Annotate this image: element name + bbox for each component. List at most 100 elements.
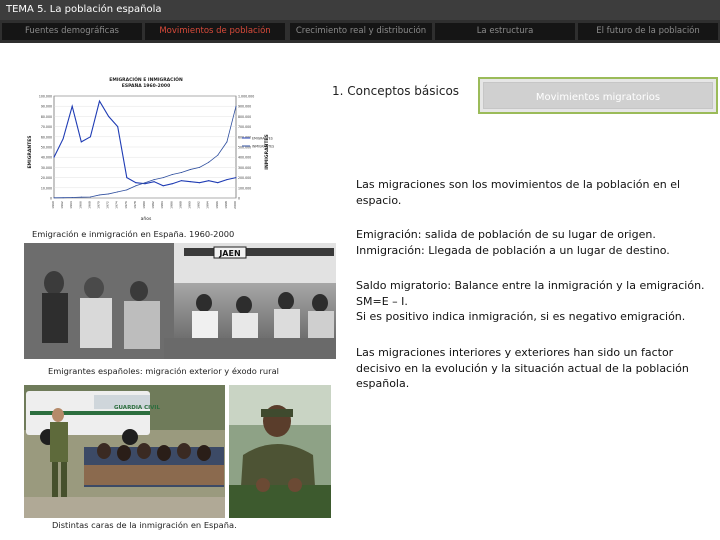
emigration-text: Emigración: salida de población de su lu… — [356, 228, 656, 241]
conclusion-text: Las migraciones interiores y exteriores … — [356, 346, 689, 390]
data-point-emigrantes — [226, 179, 228, 181]
left-tick-label: 90.000 — [41, 105, 52, 109]
migration-chart: EMIGRACIÓN E INMIGRACIÓN ESPAÑA 1960-200… — [24, 72, 276, 222]
data-point-emigrantes — [180, 180, 182, 182]
emigrants-photo-svg: JAEN — [24, 243, 336, 359]
guardia-civil-photo-svg: GUARDIA CIVIL — [24, 385, 225, 518]
tab-futuro-poblacion[interactable]: El futuro de la población — [578, 23, 718, 40]
right-tick-label: 400.000 — [238, 156, 251, 160]
station-sign-text: JAEN — [218, 249, 240, 258]
balance-text: Saldo migratorio: Balance entre la inmig… — [356, 279, 705, 292]
balance-formula: SM=E – I. — [356, 294, 408, 308]
right-tick-label: 600.000 — [238, 135, 251, 139]
left-tick-label: 50.000 — [41, 146, 52, 150]
data-point-emigrantes — [89, 136, 91, 138]
emigrants-photo: JAEN — [24, 243, 336, 359]
chart-caption: Emigración e inmigración en España. 1960… — [32, 229, 235, 239]
left-tick-label: 30.000 — [41, 166, 52, 170]
guardia-civil-photo: GUARDIA CIVIL — [24, 385, 225, 518]
page-title: TEMA 5. La población española — [6, 4, 162, 15]
x-tick-label: 1962 — [60, 201, 64, 209]
movimientos-migratorios-button[interactable]: Movimientos migratorios — [478, 77, 718, 114]
guardia-civil-text: GUARDIA CIVIL — [114, 405, 160, 411]
x-tick-label: 1998 — [224, 201, 228, 209]
data-point-emigrantes — [217, 182, 219, 184]
paragraph-conclusion: Las migraciones interiores y exteriores … — [356, 345, 706, 392]
data-point-emigrantes — [171, 183, 173, 185]
data-point-inmigrantes — [117, 191, 119, 193]
left-axis-label: EMIGRANTES — [27, 135, 33, 168]
legend-label-emigrantes: EMIGRANTES — [252, 137, 273, 141]
left-tick-label: 100.000 — [39, 95, 52, 99]
right-tick-label: 800.000 — [238, 115, 251, 119]
data-point-inmigrantes — [144, 182, 146, 184]
x-tick-label: 1976 — [124, 201, 128, 209]
worker-photo-svg — [229, 385, 331, 518]
data-point-inmigrantes — [171, 174, 173, 176]
data-point-emigrantes — [80, 141, 82, 143]
data-point-inmigrantes — [108, 193, 110, 195]
data-point-inmigrantes — [71, 196, 73, 198]
left-tick-label: 70.000 — [41, 125, 52, 129]
x-tick-label: 1988 — [178, 201, 182, 209]
paragraph-balance: Saldo migratorio: Balance entre la inmig… — [356, 278, 716, 325]
x-tick-label: 1986 — [169, 201, 173, 209]
migration-chart-svg: EMIGRACIÓN E INMIGRACIÓN ESPAÑA 1960-200… — [27, 76, 274, 222]
left-tick-label: 80.000 — [41, 115, 52, 119]
tab-fuentes-demograficas[interactable]: Fuentes demográficas — [2, 23, 142, 40]
x-axis-label: años — [141, 216, 152, 222]
x-tick-label: 1974 — [115, 201, 119, 209]
legend-label-inmigrantes: INMIGRANTES — [252, 145, 274, 149]
data-point-inmigrantes — [235, 105, 237, 107]
x-tick-label: 1970 — [97, 201, 101, 209]
x-tick-label: 1994 — [206, 201, 210, 209]
data-point-emigrantes — [144, 183, 146, 185]
nav-bar: Fuentes demográficas Movimientos de pobl… — [0, 20, 720, 43]
x-tick-label: 1980 — [142, 201, 146, 209]
x-tick-label: 1982 — [151, 201, 155, 209]
data-point-emigrantes — [108, 115, 110, 117]
data-point-emigrantes — [71, 105, 73, 107]
chart-title-line1: EMIGRACIÓN E INMIGRACIÓN — [109, 76, 183, 83]
right-tick-label: 200.000 — [238, 176, 251, 180]
data-point-emigrantes — [190, 181, 191, 183]
tab-la-estructura[interactable]: La estructura — [435, 23, 575, 40]
x-tick-label: 1960 — [51, 201, 55, 209]
paragraph-emigration: Emigración: salida de población de su lu… — [356, 227, 716, 258]
emigrants-caption: Emigrantes españoles: migración exterior… — [48, 366, 279, 376]
worker-photo — [229, 385, 331, 518]
data-point-inmigrantes — [217, 154, 219, 156]
data-point-emigrantes — [126, 177, 128, 179]
data-point-emigrantes — [117, 126, 119, 128]
paragraph-definition-text: Las migraciones son los movimientos de l… — [356, 178, 681, 207]
x-tick-label: 1992 — [197, 201, 201, 209]
left-tick-label: 20.000 — [41, 176, 52, 180]
section-title: 1. Conceptos básicos — [332, 84, 460, 98]
right-tick-label: 900.000 — [238, 105, 251, 109]
data-point-emigrantes — [235, 177, 237, 179]
tab-movimientos-de-poblacion[interactable]: Movimientos de población — [145, 23, 285, 40]
tab-crecimiento-real[interactable]: Crecimiento real y distribución — [290, 23, 432, 40]
data-point-inmigrantes — [162, 177, 164, 179]
data-point-inmigrantes — [80, 196, 82, 198]
data-point-emigrantes — [53, 156, 55, 158]
data-point-inmigrantes — [180, 172, 182, 173]
paragraph-definition: Las migraciones son los movimientos de l… — [356, 177, 716, 208]
data-point-inmigrantes — [190, 168, 191, 170]
data-point-emigrantes — [153, 181, 155, 183]
left-tick-label: 60.000 — [41, 135, 52, 139]
data-point-inmigrantes — [135, 185, 137, 187]
data-point-inmigrantes — [89, 196, 91, 198]
x-tick-label: 1996 — [215, 201, 219, 209]
x-tick-label: 1990 — [188, 201, 192, 209]
data-point-emigrantes — [199, 182, 201, 184]
chart-plot-area: 0 10.000 20.000 30.000 40.000 50.000 60.000 70.… — [39, 95, 274, 209]
balance-sign-text: Si es positivo indica inmigración, si es… — [356, 310, 686, 323]
x-tick-label: 1978 — [133, 201, 137, 209]
right-tick-label: 700.000 — [238, 125, 251, 129]
immigration-text: Inmigración: Llegada de población a un l… — [356, 243, 670, 257]
right-tick-label: 1.000.000 — [238, 95, 254, 99]
left-tick-label: 40.000 — [41, 156, 52, 160]
data-point-inmigrantes — [153, 179, 155, 181]
x-tick-label: 1964 — [69, 201, 73, 209]
